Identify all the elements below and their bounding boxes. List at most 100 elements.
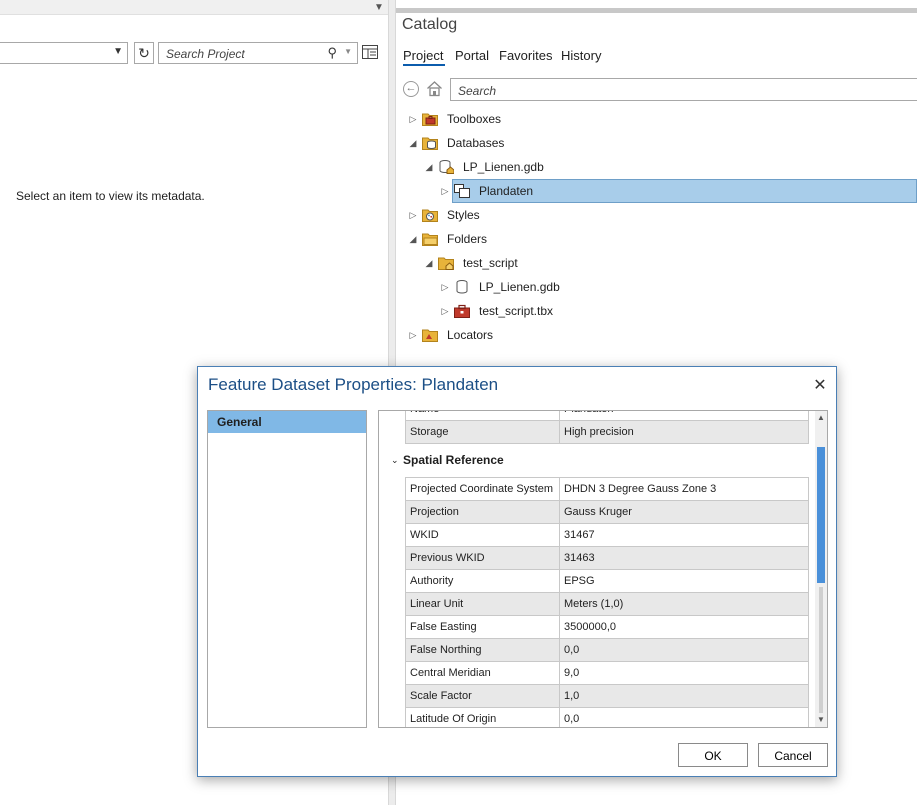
search-options-caret-icon[interactable]: ▼	[344, 47, 352, 56]
tree-item-label: Databases	[447, 136, 505, 150]
catalog-search-box[interactable]	[450, 78, 917, 101]
tree-item-folders[interactable]: ◢ Folders	[408, 228, 908, 250]
tree-item-databases[interactable]: ◢ Databases	[408, 132, 908, 154]
scrollbar-thumb[interactable]	[817, 447, 825, 583]
expand-arrow-icon[interactable]: ▷	[440, 180, 450, 202]
styles-folder-icon	[422, 209, 438, 222]
properties-content: Name Plandaten Storage High precision ⌄ …	[378, 410, 828, 728]
property-key: Projected Coordinate System	[405, 477, 560, 501]
expand-arrow-icon[interactable]: ▷	[408, 324, 418, 346]
property-key: WKID	[405, 523, 560, 547]
geodatabase-home-icon	[439, 160, 454, 174]
details-panel-icon[interactable]	[362, 45, 378, 59]
feature-dataset-icon	[454, 184, 470, 198]
tree-item-locators[interactable]: ▷ Locators	[408, 324, 908, 346]
geodatabase-icon	[456, 280, 468, 294]
property-value: 3500000,0	[559, 615, 809, 639]
tree-item-test-script[interactable]: ◢ test_script	[424, 252, 904, 274]
scrollbar-track[interactable]	[819, 587, 823, 713]
catalog-drag-strip[interactable]	[396, 8, 917, 13]
tree-item-lp-lienen-gdb[interactable]: ◢ LP_Lienen.gdb	[424, 156, 904, 178]
refresh-button[interactable]: ↻	[134, 42, 154, 64]
tree-item-label: Locators	[447, 328, 494, 342]
tree-item-label: Styles	[447, 208, 480, 222]
table-row: Linear Unit Meters (1,0)	[405, 592, 809, 616]
expand-arrow-icon[interactable]: ▷	[440, 276, 450, 298]
property-key: False Northing	[405, 638, 560, 662]
property-key: Storage	[405, 420, 560, 444]
table-row: Latitude Of Origin 0,0	[405, 707, 809, 727]
collapse-arrow-icon[interactable]: ◢	[424, 156, 434, 178]
scroll-up-arrow-icon[interactable]: ▲	[815, 413, 827, 423]
property-value: High precision	[559, 420, 809, 444]
catalog-search-input[interactable]	[456, 83, 760, 99]
property-key: Authority	[405, 569, 560, 593]
property-value: DHDN 3 Degree Gauss Zone 3	[559, 477, 809, 501]
dropdown-caret-icon[interactable]: ▼	[113, 46, 123, 57]
pane-header-bar: ▼	[0, 0, 388, 15]
search-project-input[interactable]	[164, 46, 318, 62]
locators-folder-icon	[422, 329, 438, 342]
database-folder-icon	[422, 137, 438, 150]
active-tab-indicator	[403, 64, 445, 66]
tree-item-styles[interactable]: ▷ Styles	[408, 204, 908, 226]
table-row: Name Plandaten	[405, 411, 809, 421]
property-key: Linear Unit	[405, 592, 560, 616]
home-icon[interactable]	[426, 80, 443, 97]
spatial-reference-table: Projected Coordinate System DHDN 3 Degree…	[405, 477, 809, 727]
property-key: Central Meridian	[405, 661, 560, 685]
property-value: Gauss Kruger	[559, 500, 809, 524]
dialog-title: Feature Dataset Properties: Plandaten	[208, 375, 499, 394]
property-value: 1,0	[559, 684, 809, 708]
property-key: Previous WKID	[405, 546, 560, 570]
section-collapse-chevron-icon[interactable]: ⌄	[391, 455, 399, 466]
table-row: False Easting 3500000,0	[405, 615, 809, 639]
collapse-arrow-icon[interactable]: ◢	[408, 132, 418, 154]
tab-history[interactable]: History	[561, 48, 601, 63]
home-folder-icon	[438, 257, 454, 270]
tree-item-label: Plandaten	[479, 184, 534, 198]
folders-icon	[422, 233, 438, 246]
search-project-box[interactable]: ⚲ ▼	[158, 42, 358, 64]
search-icon[interactable]: ⚲	[327, 45, 337, 61]
project-dropdown[interactable]: ▼	[0, 42, 128, 64]
pane-menu-arrow-icon[interactable]: ▼	[374, 2, 384, 13]
collapse-arrow-icon[interactable]: ◢	[424, 252, 434, 274]
property-value: Meters (1,0)	[559, 592, 809, 616]
property-value: 31463	[559, 546, 809, 570]
tree-item-label: Toolboxes	[447, 112, 502, 126]
tab-project[interactable]: Project	[403, 48, 443, 63]
refresh-icon: ↻	[138, 45, 150, 61]
property-value: Plandaten	[559, 411, 809, 421]
table-row: False Northing 0,0	[405, 638, 809, 662]
expand-arrow-icon[interactable]: ▷	[440, 300, 450, 322]
cancel-button[interactable]: Cancel	[758, 743, 828, 767]
table-row: Projection Gauss Kruger	[405, 500, 809, 524]
tree-item-label: LP_Lienen.gdb	[479, 280, 560, 294]
ok-button[interactable]: OK	[678, 743, 748, 767]
close-icon[interactable]: ✕	[812, 375, 828, 395]
property-key: Name	[405, 411, 560, 421]
scroll-down-arrow-icon[interactable]: ▼	[815, 715, 827, 725]
sidebar-item-general[interactable]: General	[208, 411, 366, 433]
section-title-spatial-reference[interactable]: Spatial Reference	[403, 453, 504, 467]
expand-arrow-icon[interactable]: ▷	[408, 204, 418, 226]
tab-portal[interactable]: Portal	[455, 48, 489, 63]
table-row: Scale Factor 1,0	[405, 684, 809, 708]
tree-item-lp-lienen-gdb-folder[interactable]: ▷ LP_Lienen.gdb	[440, 276, 910, 298]
catalog-title: Catalog	[402, 16, 458, 33]
tab-favorites[interactable]: Favorites	[499, 48, 552, 63]
tree-item-plandaten[interactable]: ▷ Plandaten	[440, 180, 910, 202]
table-row: Authority EPSG	[405, 569, 809, 593]
property-key: Projection	[405, 500, 560, 524]
dialog-sidebar: General	[207, 410, 367, 728]
property-value: 0,0	[559, 707, 809, 727]
toolbox-icon	[454, 304, 470, 318]
property-key: False Easting	[405, 615, 560, 639]
tree-item-test-script-tbx[interactable]: ▷ test_script.tbx	[440, 300, 910, 322]
tree-item-toolboxes[interactable]: ▷ Toolboxes	[408, 108, 908, 130]
table-row: Previous WKID 31463	[405, 546, 809, 570]
collapse-arrow-icon[interactable]: ◢	[408, 228, 418, 250]
back-arrow-icon[interactable]: ←	[403, 81, 419, 97]
expand-arrow-icon[interactable]: ▷	[408, 108, 418, 130]
